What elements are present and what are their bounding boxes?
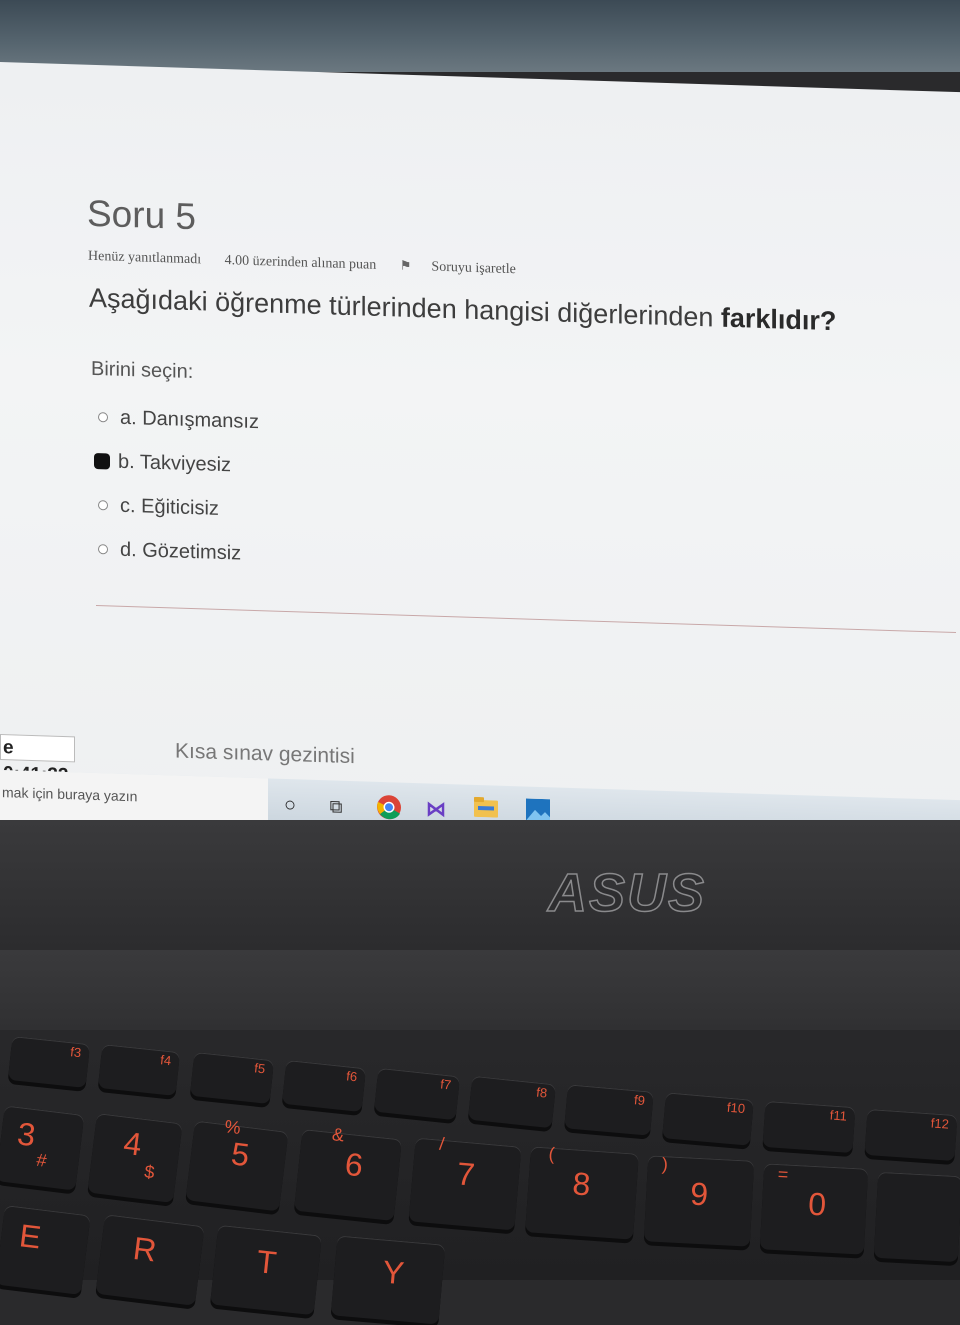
answer-options: a. Danışmansız b. Takviyesiz c. Eğiticis… <box>94 395 259 576</box>
key-3[interactable]: 3 # <box>0 1105 85 1191</box>
question-meta: Henüz yanıtlanmadı 4.00 üzerinden alınan… <box>88 248 556 280</box>
quiz-navigation-heading[interactable]: Kısa sınav gezintisi <box>175 739 355 769</box>
answer-prompt: Birini seçin: <box>91 357 194 384</box>
asus-logo: ASUS <box>547 862 707 924</box>
key-t[interactable]: T <box>210 1224 322 1316</box>
section-divider <box>96 605 956 634</box>
laptop-hinge <box>0 950 960 1030</box>
key-f4[interactable]: f4 <box>97 1044 181 1096</box>
radio-button[interactable] <box>98 500 108 511</box>
screen-top-bezel <box>0 0 960 72</box>
option-label: b. Takviyesiz <box>118 450 232 476</box>
flag-question-label: Soruyu işaretle <box>431 259 516 278</box>
key-f12[interactable]: f12 <box>864 1108 958 1162</box>
key-f8[interactable]: f8 <box>467 1075 557 1129</box>
key-y[interactable]: Y <box>330 1235 446 1325</box>
answer-option-a[interactable]: a. Danışmansız <box>98 395 259 444</box>
key-f7[interactable]: f7 <box>373 1067 461 1121</box>
radio-button[interactable] <box>98 412 108 423</box>
key-f11[interactable]: f11 <box>762 1100 856 1154</box>
cortana-icon[interactable]: ○ <box>276 791 304 820</box>
key-9[interactable]: 9) <box>643 1154 755 1247</box>
option-label: d. Gözetimsiz <box>120 538 242 565</box>
key-4[interactable]: 4 $ <box>87 1113 183 1203</box>
answer-option-d[interactable]: d. Gözetimsiz <box>98 527 259 576</box>
key-f10[interactable]: f10 <box>662 1092 754 1146</box>
key-6[interactable]: 6 & <box>293 1124 403 1222</box>
chrome-icon[interactable] <box>375 794 403 823</box>
flag-icon: ⚑ <box>399 257 412 273</box>
key-0[interactable]: 0 = <box>759 1163 869 1255</box>
key-r[interactable]: R <box>95 1214 205 1306</box>
radio-button[interactable] <box>98 544 108 555</box>
key-7[interactable]: 7/ <box>408 1134 522 1231</box>
key-f3[interactable]: f3 <box>7 1036 91 1088</box>
answer-status: Henüz yanıtlanmadı <box>88 248 202 268</box>
answer-option-c[interactable]: c. Eğiticisiz <box>98 483 259 532</box>
key-f6[interactable]: f6 <box>281 1059 367 1113</box>
question-text: Aşağıdaki öğrenme türlerinden hangisi di… <box>89 283 836 337</box>
question-text-plain: Aşağıdaki öğrenme türlerinden hangisi di… <box>89 282 721 333</box>
answer-option-b[interactable]: b. Takviyesiz <box>94 439 259 488</box>
key-question[interactable] <box>873 1171 960 1263</box>
option-label: a. Danışmansız <box>120 406 259 433</box>
key-f9[interactable]: f9 <box>564 1084 654 1136</box>
task-view-icon[interactable]: ⧉ <box>322 792 350 821</box>
question-text-bold: farklıdır? <box>720 302 837 337</box>
key-8[interactable]: 8( <box>525 1144 639 1240</box>
question-title: Soru 5 <box>87 192 197 238</box>
option-label: c. Eğiticisiz <box>120 494 219 520</box>
key-5[interactable]: 5% <box>185 1116 289 1212</box>
key-f5[interactable]: f5 <box>189 1051 275 1105</box>
radio-button-selected[interactable] <box>94 452 110 470</box>
flag-question-link[interactable]: ⚑ Soruyu işaretle <box>400 258 536 279</box>
question-points: 4.00 üzerinden alınan puan <box>224 253 377 273</box>
browser-screen: Soru 5 Henüz yanıtlanmadı 4.00 üzerinden… <box>0 62 960 873</box>
quiz-timer: e 0:41:32 <box>0 734 75 786</box>
key-e[interactable]: E <box>0 1205 91 1295</box>
